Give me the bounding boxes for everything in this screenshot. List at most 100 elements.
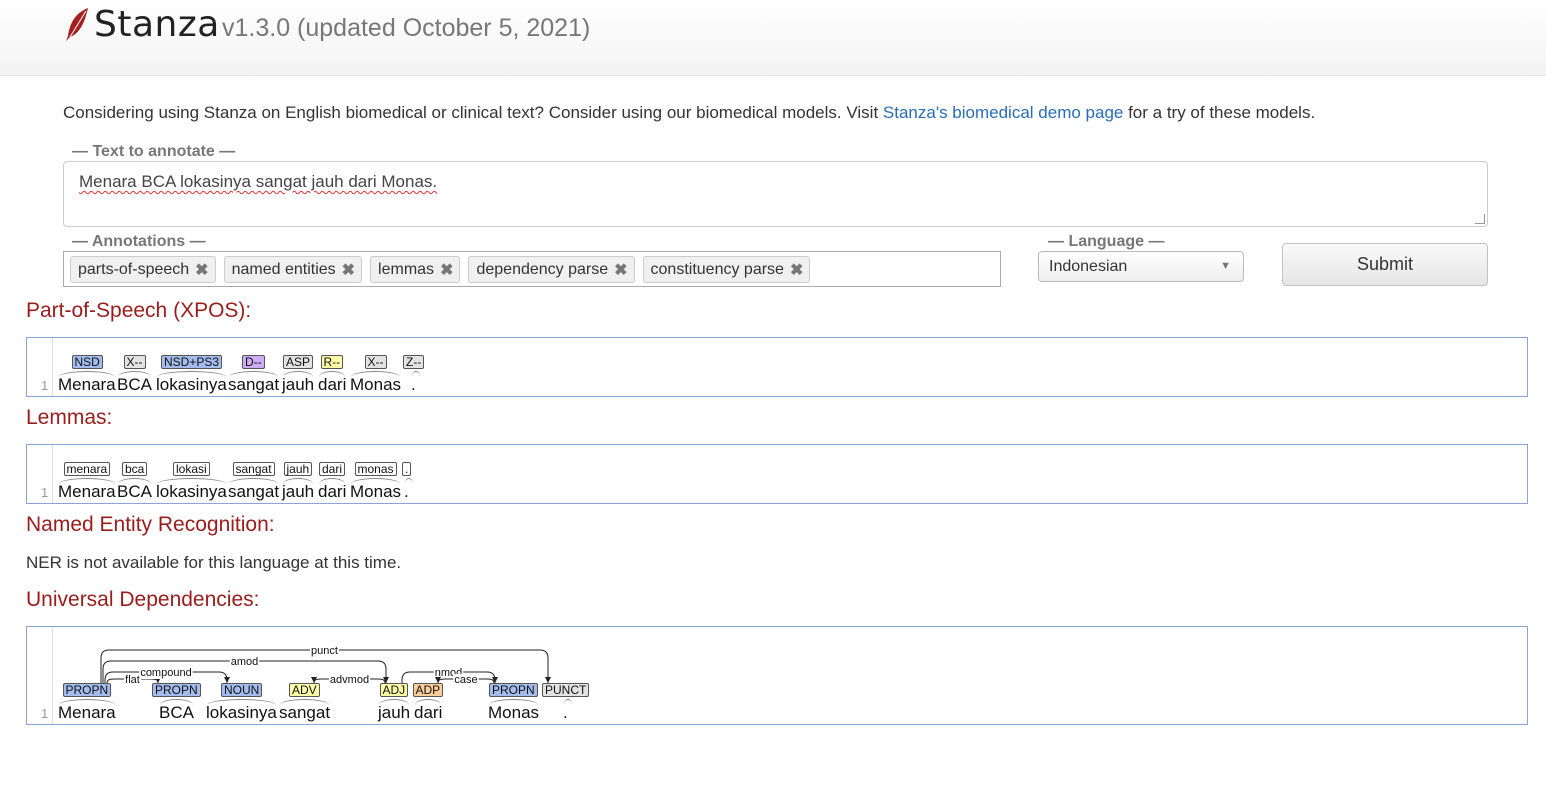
token-brace xyxy=(157,478,226,484)
close-icon[interactable]: ✖ xyxy=(195,260,208,280)
token: BCA xyxy=(117,375,152,394)
close-icon[interactable]: ✖ xyxy=(790,260,803,280)
token-brace xyxy=(564,699,572,705)
token: Monas xyxy=(350,375,402,394)
lemma-label: . xyxy=(402,462,412,476)
token-brace xyxy=(405,478,413,484)
biomedical-demo-link[interactable]: Stanza's biomedical demo page xyxy=(883,103,1123,122)
upos-label: ADJ xyxy=(379,683,409,697)
token: lokasinya xyxy=(156,482,227,501)
lemma-label: sangat xyxy=(232,462,275,476)
token: sangat xyxy=(228,375,280,394)
pos-section-title: Part-of-Speech (XPOS): xyxy=(26,299,252,322)
token: lokasinya xyxy=(156,375,227,394)
dependency-visualization: 1 flat compound amod punct advmod nmod case Me… xyxy=(26,626,1528,725)
token: lokasinya xyxy=(206,703,277,722)
token-brace xyxy=(229,478,278,484)
token-brace xyxy=(229,371,278,377)
ner-unavailable-message: NER is not available for this language a… xyxy=(26,553,402,572)
annotation-tag[interactable]: parts-of-speech ✖ xyxy=(70,256,216,283)
language-legend: — Language — xyxy=(1048,233,1165,250)
token: Monas xyxy=(488,703,540,722)
lemma-label: bca xyxy=(122,462,148,476)
brand-name[interactable]: Stanza xyxy=(94,4,220,45)
token-brace xyxy=(280,699,329,705)
upos-label: PROPN xyxy=(489,683,538,697)
dependency-label: punct xyxy=(311,645,338,657)
lemma-section-title: Lemmas: xyxy=(26,406,113,429)
version-label: v1.3.0 (updated October 5, 2021) xyxy=(222,14,591,42)
annotation-tag[interactable]: named entities ✖ xyxy=(223,256,363,283)
token: BCA xyxy=(117,482,152,501)
token: sangat xyxy=(279,703,331,722)
token-brace xyxy=(412,371,420,377)
lemma-label: monas xyxy=(354,462,397,476)
xpos-label: NSD xyxy=(71,355,103,369)
line-number: 1 xyxy=(41,378,49,393)
text-input-value[interactable]: Menara BCA lokasinya sangat jauh dari Mo… xyxy=(79,172,437,191)
notice-text: Considering using Stanza on English biom… xyxy=(63,103,883,122)
xpos-label: Z-- xyxy=(403,355,425,369)
resize-handle[interactable] xyxy=(1475,214,1485,224)
annotations-legend: — Annotations — xyxy=(72,233,206,250)
token-brace xyxy=(283,478,313,484)
text-input[interactable]: Menara BCA lokasinya sangat jauh dari Mo… xyxy=(63,161,1488,227)
upos-label: ADP xyxy=(412,683,444,697)
dependency-label: flat xyxy=(125,674,140,686)
annotation-tag-label: dependency parse xyxy=(476,260,609,278)
xpos-label: R-- xyxy=(320,355,344,369)
line-number: 1 xyxy=(41,485,49,500)
token: Menara xyxy=(58,482,116,501)
token-brace xyxy=(415,699,441,705)
token: . xyxy=(404,482,409,501)
token-brace xyxy=(160,699,193,705)
lemma-label: dari xyxy=(319,462,346,476)
token-brace xyxy=(319,478,345,484)
annotation-tag[interactable]: dependency parse ✖ xyxy=(468,256,635,283)
language-select[interactable]: Indonesian ▼ xyxy=(1038,251,1244,282)
annotation-tag[interactable]: lemmas ✖ xyxy=(370,256,461,283)
dependency-label: amod xyxy=(231,656,259,668)
token: jauh xyxy=(282,482,315,501)
token-brace xyxy=(118,478,151,484)
token-brace xyxy=(351,478,400,484)
submit-button[interactable]: Submit xyxy=(1282,243,1488,286)
token-brace xyxy=(59,478,115,484)
xpos-label: X-- xyxy=(123,355,146,369)
token: jauh xyxy=(378,703,411,722)
close-icon[interactable]: ✖ xyxy=(440,260,453,280)
token: Menara xyxy=(58,703,116,722)
annotation-tag-label: named entities xyxy=(231,260,336,278)
annotation-tag-label: parts-of-speech xyxy=(78,260,190,278)
annotation-tag-label: lemmas xyxy=(378,260,435,278)
dependency-label: advmod xyxy=(330,674,369,686)
lemma-label: jauh xyxy=(283,462,313,476)
token: . xyxy=(411,375,416,394)
token-brace xyxy=(118,371,151,377)
lemma-visualization: 1 Menara BCA lokasinya sangat jauh dari Monas.… xyxy=(26,444,1528,504)
biomedical-notice: Considering using Stanza on English biom… xyxy=(63,103,1315,123)
pos-visualization: 1 Menara BCA lokasinya sangat jauh dari Monas.… xyxy=(26,337,1528,397)
close-icon[interactable]: ✖ xyxy=(614,260,627,280)
token-brace xyxy=(157,371,226,377)
token: Monas xyxy=(350,482,402,501)
xpos-label: X-- xyxy=(364,355,387,369)
token-brace xyxy=(59,371,115,377)
token: jauh xyxy=(282,375,315,394)
ner-section-title: Named Entity Recognition: xyxy=(26,513,275,536)
annotation-tag[interactable]: constituency parse ✖ xyxy=(642,256,811,283)
line-number-gutter xyxy=(27,338,53,396)
token: . xyxy=(563,703,568,722)
token-brace xyxy=(207,699,276,705)
close-icon[interactable]: ✖ xyxy=(342,260,355,280)
lemma-label: menara xyxy=(63,462,111,476)
annotations-multiselect[interactable]: parts-of-speech ✖ named entities ✖ lemmas ✖ de… xyxy=(63,251,1001,287)
annotation-tag-label: constituency parse xyxy=(650,260,784,278)
token-brace xyxy=(489,699,538,705)
dependency-label: case xyxy=(454,674,477,686)
language-value: Indonesian xyxy=(1049,258,1128,275)
token: BCA xyxy=(159,703,194,722)
xpos-label: NSD+PS3 xyxy=(161,355,223,369)
token-brace xyxy=(319,371,345,377)
feather-icon xyxy=(66,8,88,41)
